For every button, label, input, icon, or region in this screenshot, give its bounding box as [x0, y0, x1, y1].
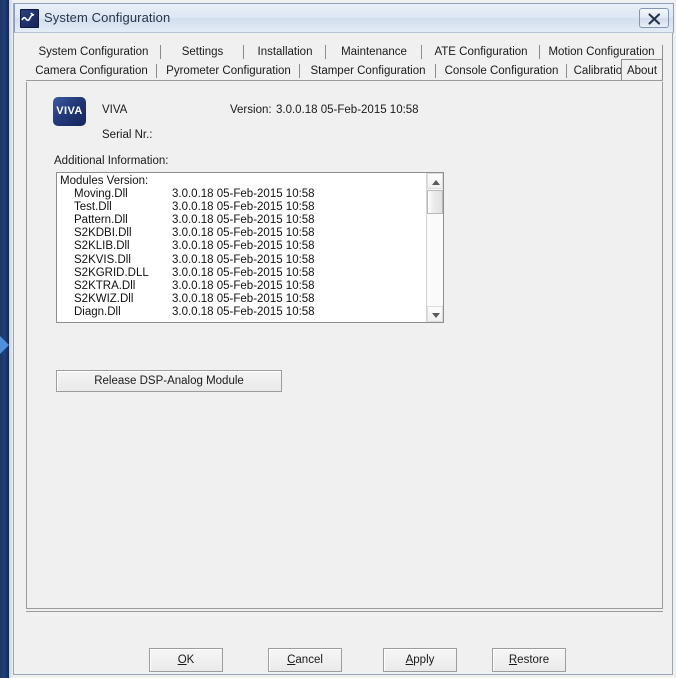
tab-label: Installation [257, 46, 313, 58]
tab-pyrometer-configuration[interactable]: Pyrometer Configuration [157, 62, 300, 81]
tab-settings[interactable]: Settings [161, 43, 244, 62]
module-version: 3.0.0.18 05-Feb-2015 10:58 [172, 253, 315, 266]
module-name: S2KWIZ.Dll [74, 292, 134, 305]
window-edge-arrow-icon [0, 336, 9, 354]
about-tab-panel: VIVA VIVA Version: 3.0.0.18 05-Feb-2015 … [26, 82, 663, 609]
serial-number-label: Serial Nr.: [102, 129, 153, 141]
release-dsp-analog-module-button[interactable]: Release DSP-Analog Module [56, 370, 282, 392]
tab-row-underline [26, 80, 663, 81]
tab-maintenance[interactable]: Maintenance [326, 43, 422, 62]
tab-stamper-configuration[interactable]: Stamper Configuration [300, 62, 436, 81]
module-name: Test.Dll [74, 201, 112, 214]
restore-button-accel: R [508, 654, 518, 666]
module-version: 3.0.0.18 05-Feb-2015 10:58 [172, 214, 315, 227]
list-item[interactable]: Moving.Dll 3.0.0.18 05-Feb-2015 10:58 [60, 188, 427, 201]
close-icon [648, 13, 661, 25]
list-item[interactable]: Pattern.Dll 3.0.0.18 05-Feb-2015 10:58 [60, 214, 427, 227]
footer-separator [26, 611, 663, 612]
list-item[interactable]: S2KGRID.DLL 3.0.0.18 05-Feb-2015 10:58 [60, 267, 427, 280]
module-version: 3.0.0.18 05-Feb-2015 10:58 [172, 240, 315, 253]
title-bar: System Configuration [14, 3, 674, 33]
viva-app-icon [20, 9, 39, 28]
module-name: S2KTRA.Dll [74, 279, 136, 292]
tab-label: Stamper Configuration [310, 65, 426, 77]
module-version: 3.0.0.18 05-Feb-2015 10:58 [172, 188, 315, 201]
tab-camera-configuration[interactable]: Camera Configuration [26, 62, 157, 81]
module-name: S2KVIS.Dll [74, 253, 131, 266]
modules-list-content: Modules Version: Moving.Dll 3.0.0.18 05-… [57, 173, 427, 322]
ok-button-accel: O [177, 654, 187, 666]
module-version: 3.0.0.18 05-Feb-2015 10:58 [172, 279, 315, 292]
tab-about[interactable]: About [621, 59, 663, 81]
tab-label: Console Configuration [444, 65, 559, 77]
ok-button[interactable]: OK [149, 648, 223, 672]
module-version: 3.0.0.18 05-Feb-2015 10:58 [172, 201, 315, 214]
tab-label: ATE Configuration [434, 46, 528, 58]
tab-label: System Configuration [38, 46, 149, 58]
tab-ate-configuration[interactable]: ATE Configuration [422, 43, 540, 62]
system-configuration-dialog: System Configuration System Configuratio… [13, 3, 674, 675]
list-item[interactable]: S2KDBI.Dll 3.0.0.18 05-Feb-2015 10:58 [60, 227, 427, 240]
apply-button[interactable]: Apply [383, 648, 457, 672]
tab-label: Pyrometer Configuration [166, 65, 291, 77]
list-item[interactable]: Test.Dll 3.0.0.18 05-Feb-2015 10:58 [60, 201, 427, 214]
tab-label: Maintenance [341, 46, 407, 58]
list-item[interactable]: S2KVIS.Dll 3.0.0.18 05-Feb-2015 10:58 [60, 254, 427, 267]
tab-system-configuration[interactable]: System Configuration [26, 43, 161, 62]
module-name: Diagn.Dll [74, 305, 121, 318]
module-name: Moving.Dll [74, 188, 128, 201]
tab-separator [662, 45, 663, 59]
modules-list-scrollbar[interactable] [426, 173, 443, 322]
restore-button-label: estore [517, 654, 550, 666]
tab-row-1: System Configuration Settings Installati… [26, 43, 663, 62]
close-button[interactable] [639, 8, 669, 28]
cancel-button[interactable]: Cancel [268, 648, 342, 672]
list-item[interactable]: Diagn.Dll 3.0.0.18 05-Feb-2015 10:58 [60, 306, 427, 319]
selected-tab-notch [621, 81, 662, 83]
list-item[interactable]: S2KTRA.Dll 3.0.0.18 05-Feb-2015 10:58 [60, 280, 427, 293]
list-item[interactable]: Modules Version: [60, 175, 427, 188]
tab-installation[interactable]: Installation [244, 43, 326, 62]
apply-button-label: pply [413, 654, 435, 666]
viva-logo: VIVA [53, 97, 86, 126]
scrollbar-thumb[interactable] [427, 190, 443, 214]
restore-button[interactable]: Restore [492, 648, 566, 672]
viva-logo-text: VIVA [56, 105, 83, 117]
tab-label: Motion Configuration [548, 46, 655, 58]
tab-label: Camera Configuration [35, 65, 148, 77]
module-version: 3.0.0.18 05-Feb-2015 10:58 [172, 292, 315, 305]
modules-list-header: Modules Version: [60, 175, 149, 187]
list-item[interactable]: S2KLIB.Dll 3.0.0.18 05-Feb-2015 10:58 [60, 240, 427, 253]
module-version: 3.0.0.18 05-Feb-2015 10:58 [172, 305, 315, 318]
module-name: Pattern.Dll [74, 214, 128, 227]
list-item[interactable]: S2KWIZ.Dll 3.0.0.18 05-Feb-2015 10:58 [60, 293, 427, 306]
scroll-up-button[interactable] [427, 173, 443, 189]
tab-label: About [626, 65, 658, 77]
module-name: S2KDBI.Dll [74, 227, 132, 240]
screen: System Configuration System Configuratio… [0, 0, 676, 678]
modules-version-listbox[interactable]: Modules Version: Moving.Dll 3.0.0.18 05-… [56, 172, 444, 323]
cancel-button-label: ancel [295, 654, 323, 666]
module-name: S2KGRID.DLL [74, 266, 149, 279]
scroll-down-icon [432, 313, 440, 318]
additional-information-label: Additional Information: [54, 155, 169, 167]
version-label: Version: [230, 104, 272, 116]
ok-button-label: K [186, 654, 195, 666]
module-version: 3.0.0.18 05-Feb-2015 10:58 [172, 227, 315, 240]
tab-strip: System Configuration Settings Installati… [26, 43, 663, 82]
module-name: S2KLIB.Dll [74, 240, 130, 253]
tab-row-2: Camera Configuration Pyrometer Configura… [26, 59, 663, 81]
tab-console-configuration[interactable]: Console Configuration [436, 62, 567, 81]
tab-label: Settings [181, 46, 224, 58]
window-title: System Configuration [44, 10, 171, 25]
module-version: 3.0.0.18 05-Feb-2015 10:58 [172, 266, 315, 279]
scroll-up-icon [432, 180, 440, 185]
scroll-down-button[interactable] [427, 306, 443, 322]
version-value: 3.0.0.18 05-Feb-2015 10:58 [276, 104, 419, 116]
product-name: VIVA [102, 104, 128, 116]
